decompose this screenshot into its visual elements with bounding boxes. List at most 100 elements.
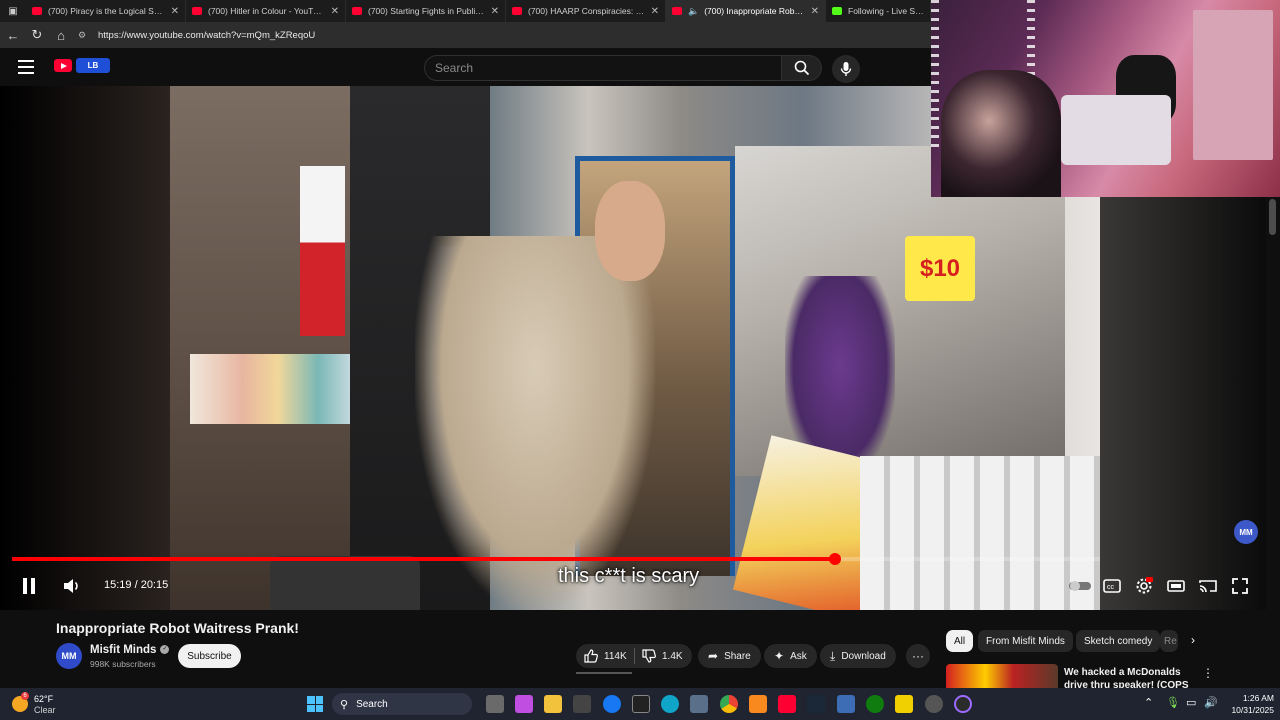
network-icon[interactable]: ▭ [1186,696,1196,709]
taskbar-search[interactable]: ⚲ Search [332,693,472,715]
search-input[interactable]: Search [424,55,782,81]
search-icon: ⚲ [340,698,349,711]
bed [1061,95,1171,165]
tab-label: (700) Starting Fights in Public Pra [368,6,485,16]
app-icon[interactable] [837,695,855,713]
obs-icon[interactable] [954,695,972,713]
close-tab-icon[interactable]: ✕ [811,6,819,17]
tab-label: (700) Piracy is the Logical Solutio [48,6,165,16]
amazon-icon[interactable] [632,695,650,713]
file-explorer-icon[interactable] [544,695,562,713]
temperature: 62°F [34,694,54,704]
like-count: 114K [604,650,627,662]
microphone-icon [840,62,852,76]
more-horizontal-icon: ··· [912,649,924,663]
system-clock[interactable]: 1:26 AM 10/31/2025 [1224,692,1274,716]
like-underline [576,672,632,674]
close-tab-icon[interactable]: ✕ [651,6,659,17]
store-icon[interactable] [573,695,591,713]
share-icon: ➦ [708,649,719,663]
close-tab-icon[interactable]: ✕ [171,6,179,17]
browser-tab[interactable]: (700) Piracy is the Logical Solutio ✕ [26,0,186,22]
chip-from-channel[interactable]: From Misfit Minds [978,630,1073,652]
chip-partial[interactable]: Re [1160,630,1178,652]
dislike-count: 1.4K [662,650,683,662]
youtube-favicon-icon [512,7,522,15]
close-tab-icon[interactable]: ✕ [491,6,499,17]
vlc-icon[interactable] [749,695,767,713]
progress-bar[interactable] [12,553,1100,565]
browser-tab[interactable]: (700) Starting Fights in Public Pra ✕ [346,0,506,22]
download-button[interactable]: ⤓ Download [820,644,896,668]
edge-icon[interactable] [661,695,679,713]
task-view-icon[interactable] [486,695,504,713]
captions-icon: cc [1103,579,1121,593]
chip-all[interactable]: All [946,630,974,652]
page-scrollbar[interactable] [1266,197,1280,688]
voice-search-button[interactable] [832,55,860,83]
menu-icon[interactable] [18,60,34,74]
home-icon[interactable]: ⌂ [49,23,73,47]
url-field[interactable]: ⚙ https://www.youtube.com/watch?v=mQm_kZ… [78,25,928,45]
channel-avatar[interactable]: MM [56,643,82,669]
site-info-icon[interactable]: ⚙ [78,30,92,41]
url-text: https://www.youtube.com/watch?v=mQm_kZRe… [98,29,316,41]
xbox-icon[interactable] [866,695,884,713]
youtube-app-icon[interactable] [778,695,796,713]
tray-overflow-icon[interactable]: ⌃ [1144,696,1153,709]
audio-playing-icon[interactable]: 🔈 [688,6,699,17]
volume-button[interactable] [56,570,88,602]
shop-window [170,86,350,610]
chip-sketch-comedy[interactable]: Sketch comedy [1076,630,1161,652]
browser-tab[interactable]: (700) HAARP Conspiracies: Was T ✕ [506,0,666,22]
captions-button[interactable]: cc [1096,570,1128,602]
chevron-right-icon[interactable]: › [1191,633,1195,647]
dislike-button[interactable]: 1.4K [642,644,683,668]
fullscreen-button[interactable] [1224,570,1256,602]
back-arrow-icon[interactable]: ← [1,23,25,47]
ask-button[interactable]: ✦ Ask [764,644,817,668]
recommended-title[interactable]: We hacked a McDonalds drive thru speaker… [1064,666,1194,688]
copilot-icon[interactable] [515,695,533,713]
cast-button[interactable] [1192,570,1224,602]
microphone-tray-icon[interactable]: 🎙 [1166,696,1180,709]
like-button[interactable]: 114K [584,644,627,668]
tab-label: (700) Inappropriate Robot W [704,6,805,16]
subscribe-button[interactable]: Subscribe [178,644,241,668]
settings-app-icon[interactable] [925,695,943,713]
streamer [941,70,1061,197]
browser-tab[interactable]: (700) Hitler in Colour - YouTube ✕ [186,0,346,22]
weather-widget[interactable]: 6 62°F Clear [12,692,72,716]
close-tab-icon[interactable]: ✕ [331,6,339,17]
fullscreen-icon [1232,578,1248,594]
channel-name[interactable]: Misfit Minds [90,644,156,656]
browser-tab[interactable]: Following - Live Stream [826,0,931,22]
reload-icon[interactable]: ↻ [25,23,49,47]
facebook-icon[interactable] [603,695,621,713]
notes-icon[interactable] [895,695,913,713]
recommended-menu-icon[interactable]: ⋮ [1202,666,1214,680]
windows-start-icon[interactable] [307,696,323,712]
string-lights [931,0,939,150]
youtube-logo-icon[interactable] [54,59,72,72]
scrollbar-thumb[interactable] [1269,199,1276,235]
theater-mode-button[interactable] [1160,570,1192,602]
autoplay-toggle-icon [1069,581,1091,591]
speaker-tray-icon[interactable]: 🔊 [1204,696,1218,709]
pause-button[interactable] [13,570,45,602]
channel-watermark[interactable]: MM [1234,520,1258,544]
steam-icon[interactable] [807,695,825,713]
autoplay-toggle[interactable] [1064,570,1096,602]
channel-name-row[interactable]: Misfit Minds ✓ [90,644,170,656]
search-button[interactable] [782,55,822,81]
flag [300,166,345,336]
chrome-icon[interactable] [720,695,738,713]
more-actions-button[interactable]: ··· [906,644,930,668]
calculator-icon[interactable] [690,695,708,713]
browser-tab-active[interactable]: 🔈 (700) Inappropriate Robot W ✕ [666,0,826,22]
recommended-thumbnail[interactable] [946,664,1058,688]
settings-button[interactable] [1128,570,1160,602]
tab-actions-icon[interactable]: ▣ [0,0,26,22]
scrubber-handle[interactable] [828,553,841,565]
share-button[interactable]: ➦ Share [698,644,761,668]
